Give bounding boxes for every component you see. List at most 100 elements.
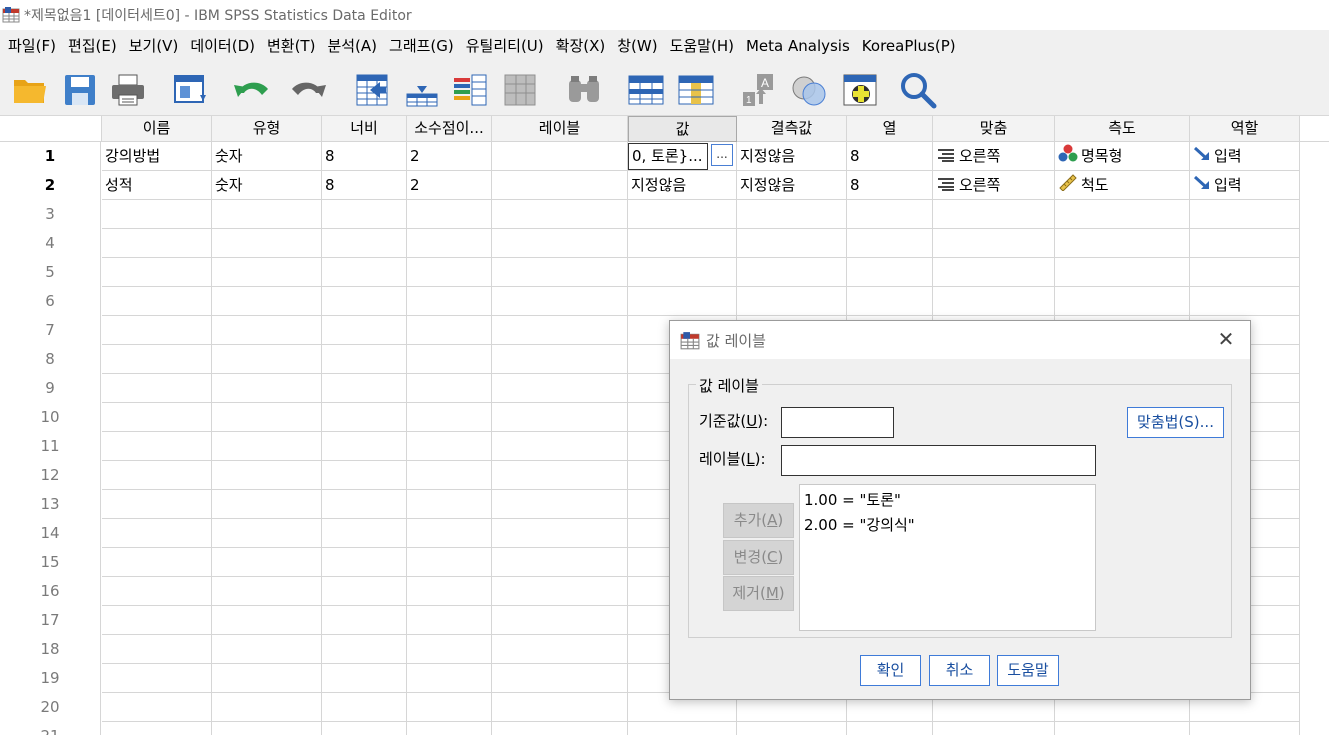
cell-decimals[interactable] [407,316,492,345]
cell-type[interactable] [212,345,322,374]
cell-label[interactable] [492,490,628,519]
cell-name[interactable] [102,316,212,345]
cell-missing[interactable]: 지정않음 [737,142,847,171]
cell-decimals[interactable] [407,432,492,461]
cell-decimals[interactable] [407,693,492,722]
menu-window[interactable]: 창(W) [611,30,663,62]
cell-name[interactable] [102,722,212,735]
cell-columns[interactable] [847,722,933,735]
menu-help[interactable]: 도움말(H) [664,30,740,62]
cell-missing[interactable] [737,229,847,258]
cell-name[interactable] [102,229,212,258]
menu-view[interactable]: 보기(V) [123,30,185,62]
cell-decimals[interactable] [407,664,492,693]
row-number[interactable]: 12 [0,461,101,490]
cell-role[interactable]: 입력 [1190,142,1300,171]
cell-columns[interactable] [847,229,933,258]
cell-name[interactable] [102,490,212,519]
cell-name[interactable] [102,548,212,577]
cell-label[interactable] [492,577,628,606]
cell-name[interactable] [102,606,212,635]
cell-decimals[interactable] [407,606,492,635]
cell-name[interactable] [102,461,212,490]
cell-type[interactable] [212,548,322,577]
cell-decimals[interactable] [407,345,492,374]
row-number[interactable]: 1 [0,142,101,171]
row-number[interactable]: 21 [0,722,101,735]
list-item[interactable]: 1.00 = "토론" [804,489,1091,514]
value-cell-editor[interactable]: 0, 토론}... [628,143,708,170]
menu-extensions[interactable]: 확장(X) [550,30,612,62]
cell-role[interactable] [1190,258,1300,287]
list-item[interactable]: 2.00 = "강의식" [804,514,1091,539]
cell-type[interactable] [212,316,322,345]
cell-name[interactable] [102,403,212,432]
row-number[interactable]: 11 [0,432,101,461]
cell-measure[interactable] [1055,229,1190,258]
row-number[interactable]: 4 [0,229,101,258]
row-number[interactable]: 19 [0,664,101,693]
cell-type[interactable]: 숫자 [212,142,322,171]
cell-label[interactable] [492,316,628,345]
cell-name[interactable] [102,519,212,548]
row-number[interactable]: 10 [0,403,101,432]
cell-width[interactable] [322,577,407,606]
cell-decimals[interactable] [407,722,492,735]
cell-name[interactable] [102,200,212,229]
search-icon[interactable] [898,70,938,110]
cell-width[interactable] [322,519,407,548]
cell-measure[interactable] [1055,258,1190,287]
cell-type[interactable] [212,664,322,693]
cell-type[interactable] [212,722,322,735]
col-header-type[interactable]: 유형 [212,116,322,142]
cell-type[interactable] [212,229,322,258]
weight-cases-icon[interactable] [790,70,830,110]
cell-width[interactable] [322,693,407,722]
print-icon[interactable] [108,70,148,110]
cell-width[interactable] [322,606,407,635]
col-header-role[interactable]: 역할 [1190,116,1300,142]
cell-label[interactable] [492,519,628,548]
cell-type[interactable] [212,577,322,606]
cell-name[interactable] [102,258,212,287]
cell-values[interactable]: 지정않음 [628,171,737,200]
cell-name[interactable] [102,287,212,316]
menu-data[interactable]: 데이터(D) [184,30,261,62]
cell-label[interactable] [492,664,628,693]
menu-graphs[interactable]: 그래프(G) [383,30,460,62]
cancel-button[interactable]: 취소 [929,655,990,686]
cell-width[interactable] [322,403,407,432]
cell-align[interactable]: 오른쪽 [933,171,1055,200]
row-number[interactable]: 16 [0,577,101,606]
cell-columns[interactable] [847,200,933,229]
cell-decimals[interactable] [407,403,492,432]
cell-decimals[interactable] [407,287,492,316]
cell-name[interactable] [102,577,212,606]
cell-name[interactable]: 성적 [102,171,212,200]
save-icon[interactable] [60,70,100,110]
row-number[interactable]: 20 [0,693,101,722]
cell-label[interactable] [492,200,628,229]
cell-label[interactable] [492,432,628,461]
cell-measure[interactable]: 명목형 [1055,142,1190,171]
cell-width[interactable] [322,200,407,229]
redo-icon[interactable] [288,70,328,110]
cell-label[interactable] [492,635,628,664]
cell-type[interactable] [212,200,322,229]
variables-icon[interactable] [450,70,490,110]
cell-width[interactable] [322,374,407,403]
remove-button[interactable]: 제거(M) [723,576,794,611]
cell-name[interactable] [102,345,212,374]
col-header-align[interactable]: 맞춤 [933,116,1055,142]
cell-width[interactable] [322,258,407,287]
close-icon[interactable]: ✕ [1216,329,1236,349]
col-header-decimals[interactable]: 소수점이... [407,116,492,142]
cell-type[interactable] [212,287,322,316]
cell-values[interactable] [628,229,737,258]
run-descriptives-icon[interactable] [500,70,540,110]
cell-width[interactable] [322,490,407,519]
row-number[interactable]: 17 [0,606,101,635]
cell-name[interactable] [102,374,212,403]
col-header-width[interactable]: 너비 [322,116,407,142]
cell-align[interactable] [933,229,1055,258]
